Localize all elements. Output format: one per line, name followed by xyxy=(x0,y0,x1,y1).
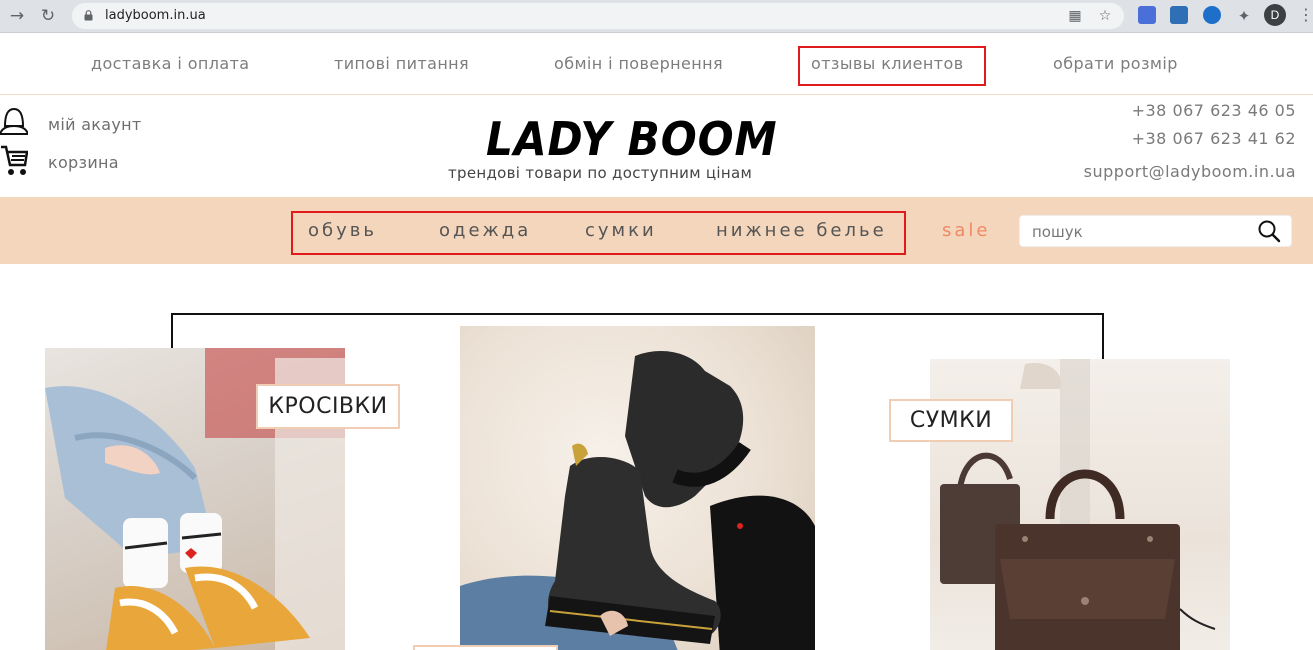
account-link[interactable]: мій акаунт xyxy=(48,115,142,134)
url-text: ladyboom.in.ua xyxy=(105,8,206,23)
menu-exchange-return[interactable]: обмін і повернення xyxy=(554,54,723,73)
extension-2-icon[interactable] xyxy=(1170,6,1188,24)
site-logo[interactable]: LADY BOOM xyxy=(486,112,778,166)
browser-toolbar: → ↻ ladyboom.in.ua ▦ ☆ ✦ D ⋮ xyxy=(0,0,1313,33)
back-arrow-icon[interactable]: → xyxy=(6,5,28,27)
search-box xyxy=(1019,215,1292,247)
top-info-menu: доставка і оплата типові питання обмін і… xyxy=(0,34,1313,95)
phone-2[interactable]: +38 067 623 41 62 xyxy=(1132,129,1296,148)
profile-avatar[interactable]: D xyxy=(1264,4,1286,26)
highlight-box-reviews xyxy=(798,46,986,86)
support-email[interactable]: support@ladyboom.in.ua xyxy=(1084,162,1296,181)
highlight-box-categories xyxy=(291,211,906,255)
account-icon[interactable] xyxy=(0,106,28,136)
cart-icon[interactable] xyxy=(0,143,28,177)
menu-faq[interactable]: типові питання xyxy=(334,54,469,73)
browser-menu-icon[interactable]: ⋮ xyxy=(1298,5,1313,24)
puzzle-extensions-icon[interactable]: ✦ xyxy=(1233,5,1255,27)
boots-illustration xyxy=(460,351,815,650)
extension-3-icon[interactable] xyxy=(1203,6,1221,24)
bookmark-star-icon[interactable]: ☆ xyxy=(1096,7,1114,25)
reload-icon[interactable]: ↻ xyxy=(37,5,59,27)
search-input[interactable] xyxy=(1032,222,1252,242)
boots-photo[interactable] xyxy=(460,326,815,650)
qr-code-icon[interactable]: ▦ xyxy=(1066,7,1084,25)
site-tagline: трендові товари по доступним цінам xyxy=(448,164,753,182)
address-bar[interactable]: ladyboom.in.ua ▦ ☆ xyxy=(72,3,1124,29)
boots-label-card[interactable] xyxy=(413,645,558,650)
phone-1[interactable]: +38 067 623 46 05 xyxy=(1132,101,1296,120)
sneakers-label[interactable]: КРОСІВКИ xyxy=(256,384,400,429)
extension-1-icon[interactable] xyxy=(1138,6,1156,24)
category-sale[interactable]: sale xyxy=(942,220,990,241)
bags-label[interactable]: СУМКИ xyxy=(889,399,1013,442)
menu-delivery-payment[interactable]: доставка і оплата xyxy=(91,54,250,73)
menu-size-guide[interactable]: обрати розмір xyxy=(1053,54,1178,73)
search-icon[interactable] xyxy=(1257,219,1281,243)
cart-link[interactable]: корзина xyxy=(48,153,119,172)
lock-icon xyxy=(84,10,93,21)
